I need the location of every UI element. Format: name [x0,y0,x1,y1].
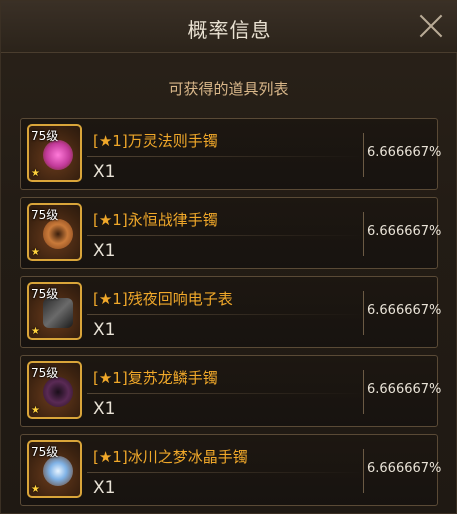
list-item[interactable]: 75级 ★ [★1]冰川之梦冰晶手镯 X1 6.666667% [20,434,442,506]
item-probability: 6.666667% [367,145,442,160]
star-icon: ★ [31,247,40,258]
item-quantity: X1 [93,162,116,182]
item-icon: 75级 ★ [27,361,82,419]
item-quantity: X1 [93,478,116,498]
dialog-header: 概率信息 [1,1,457,53]
divider [87,393,363,394]
star-icon: ★ [31,484,40,495]
probability-dialog: 概率信息 可获得的道具列表 75级 ★ [★1]万灵法则手镯 X1 6.6666… [0,0,457,514]
item-name: [★1]冰川之梦冰晶手镯 [93,448,248,466]
star-icon: ★ [31,405,40,416]
dialog-title: 概率信息 [187,18,272,42]
item-quantity: X1 [93,320,116,340]
divider [363,133,364,177]
item-icon: 75级 ★ [27,282,82,340]
divider [363,449,364,493]
item-probability: 6.666667% [367,382,442,397]
item-quantity: X1 [93,399,116,419]
item-name: [★1]残夜回响电子表 [93,290,233,308]
list-item[interactable]: 75级 ★ [★1]永恒战律手镯 X1 6.666667% [20,197,442,269]
list-item[interactable]: 75级 ★ [★1]残夜回响电子表 X1 6.666667% [20,276,442,348]
list-subtitle: 可获得的道具列表 [168,80,289,98]
close-icon[interactable] [418,13,444,39]
item-level: 75级 [31,287,59,301]
item-probability: 6.666667% [367,461,442,476]
item-level: 75级 [31,129,59,143]
item-icon: 75级 ★ [27,124,82,182]
bracelet-icon [43,219,73,249]
item-level: 75级 [31,208,59,222]
divider [363,212,364,256]
item-icon: 75级 ★ [27,440,82,498]
item-icon: 75级 ★ [27,203,82,261]
list-item[interactable]: 75级 ★ [★1]万灵法则手镯 X1 6.666667% [20,118,442,190]
divider [87,235,363,236]
star-icon: ★ [31,168,40,179]
item-probability: 6.666667% [367,303,442,318]
item-list: 75级 ★ [★1]万灵法则手镯 X1 6.666667% 75级 ★ [★1]… [20,118,442,513]
divider [363,291,364,335]
item-name: [★1]永恒战律手镯 [93,211,218,229]
watch-icon [43,298,73,328]
divider [87,156,363,157]
star-icon: ★ [31,326,40,337]
item-level: 75级 [31,366,59,380]
item-level: 75级 [31,445,59,459]
item-name: [★1]复苏龙鳞手镯 [93,369,218,387]
bracelet-icon [43,377,73,407]
divider [363,370,364,414]
list-item[interactable]: 75级 ★ [★1]复苏龙鳞手镯 X1 6.666667% [20,355,442,427]
bracelet-icon [43,456,73,486]
item-probability: 6.666667% [367,224,442,239]
item-name: [★1]万灵法则手镯 [93,132,218,150]
divider [87,314,363,315]
item-quantity: X1 [93,241,116,261]
bracelet-icon [43,140,73,170]
divider [87,472,363,473]
